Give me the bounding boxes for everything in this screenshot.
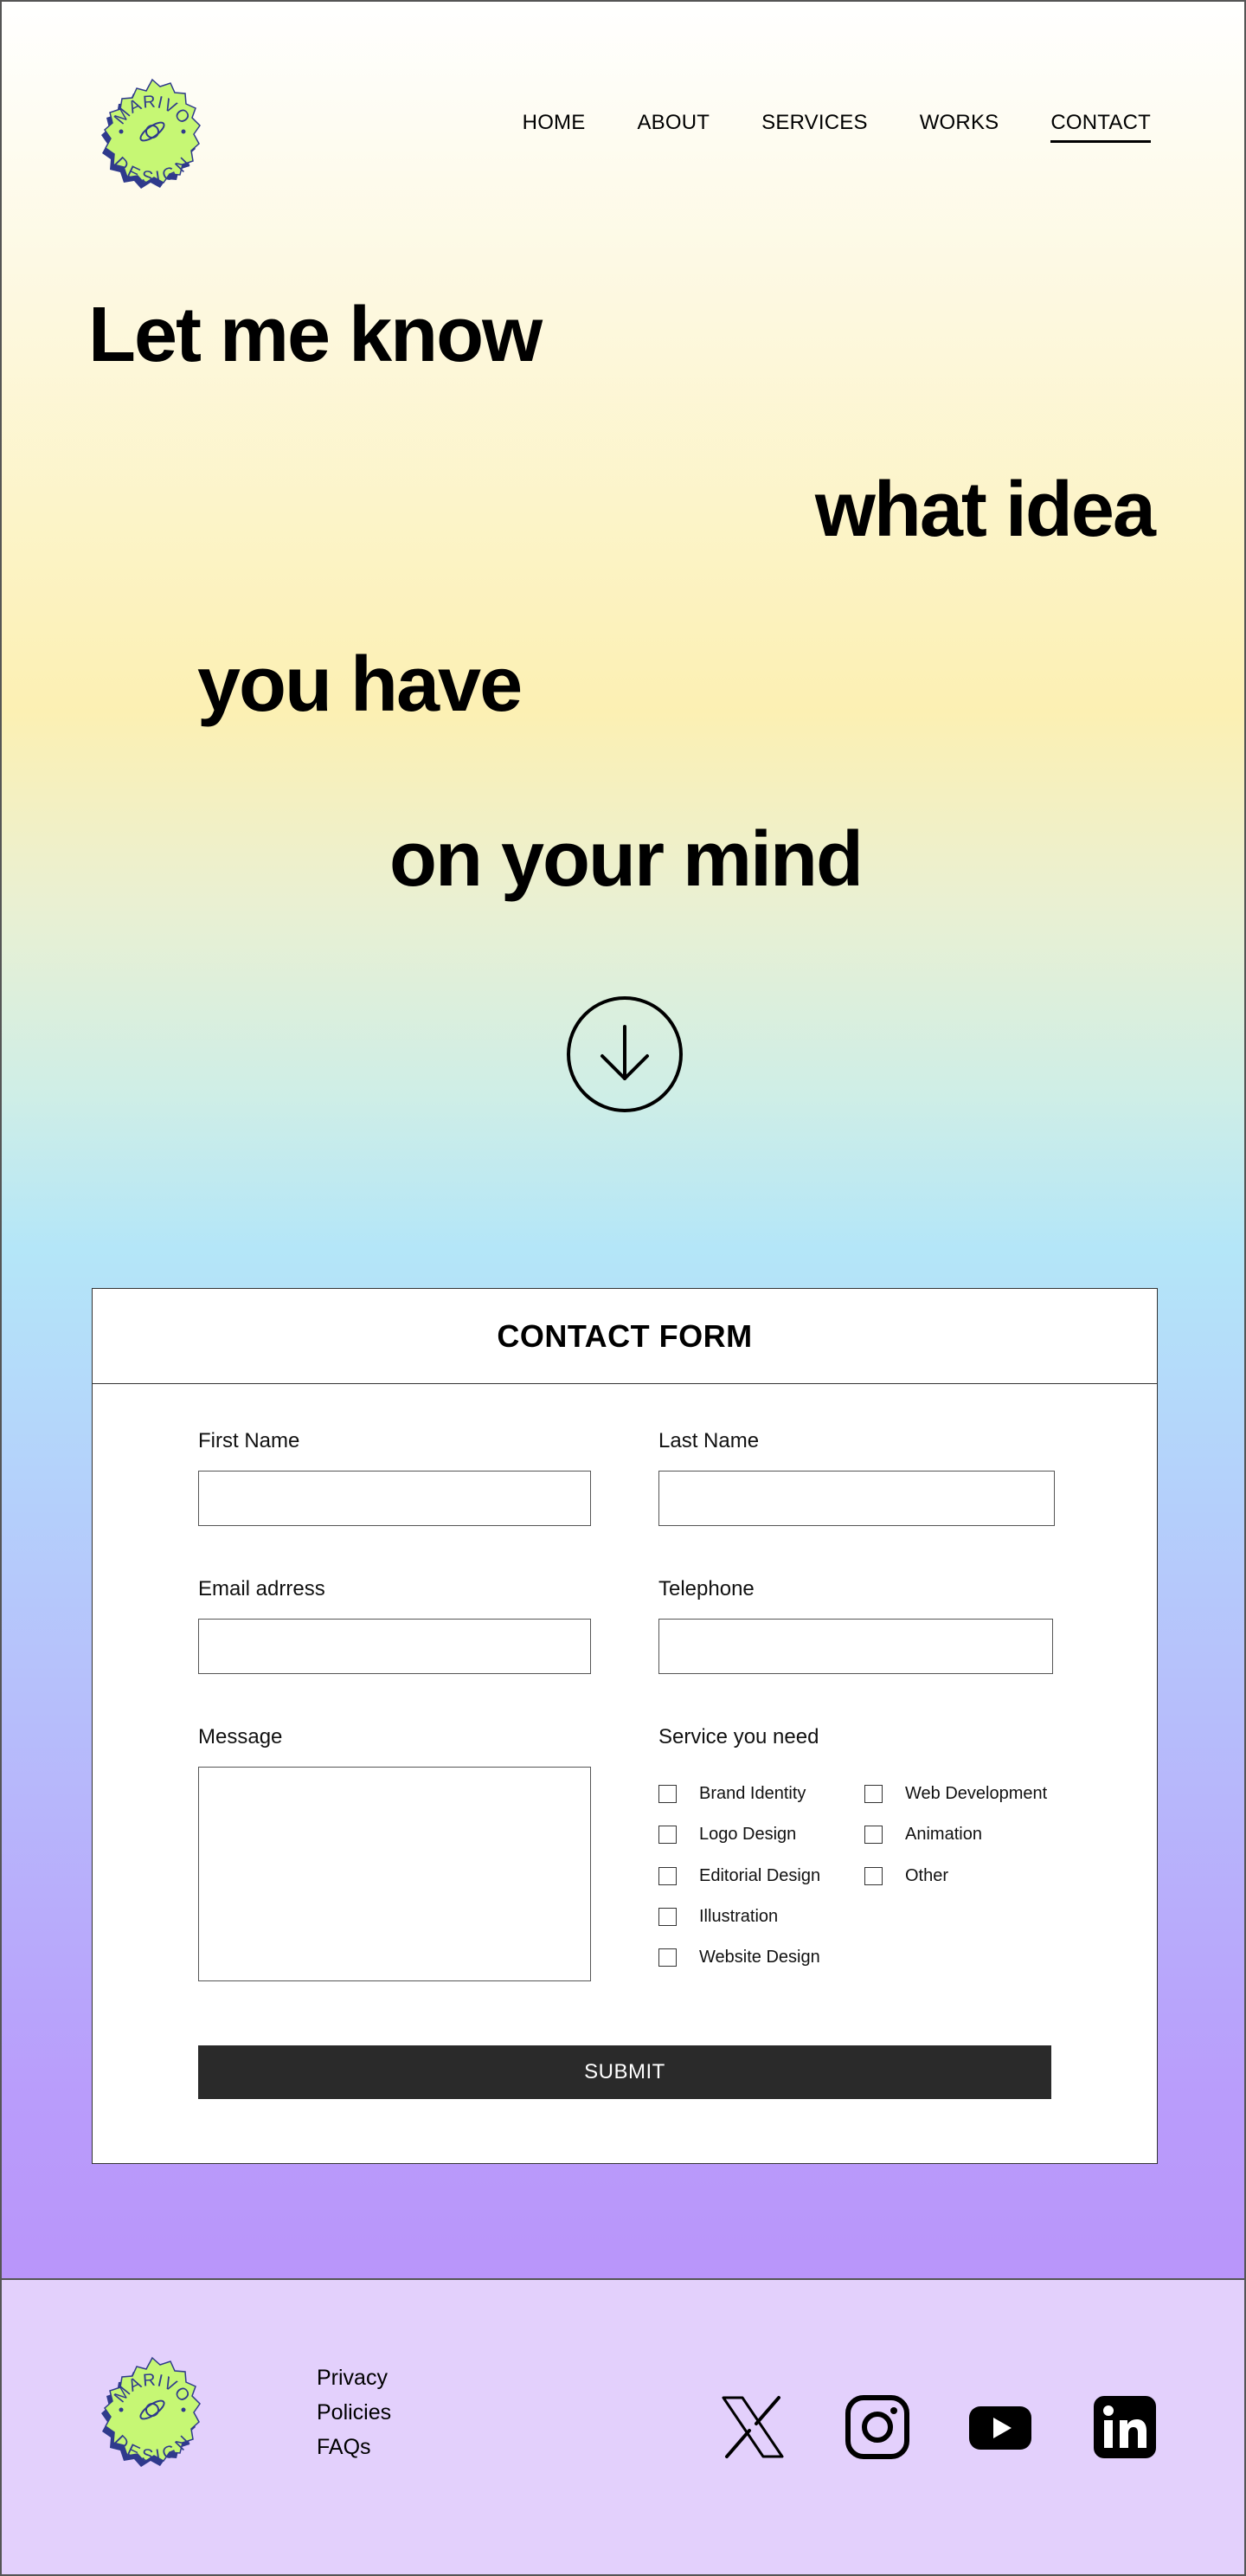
nav-contact[interactable]: CONTACT <box>1050 111 1151 143</box>
checkbox[interactable] <box>864 1867 883 1885</box>
checkbox[interactable] <box>658 1867 677 1885</box>
hero-line-2: what idea <box>814 467 1156 553</box>
contact-form: CONTACT FORM First Name Last Name Email … <box>92 1288 1158 2164</box>
last-name-label: Last Name <box>658 1429 760 1452</box>
service-label: Web Development <box>905 1784 1048 1803</box>
page: MARIVO DESIGN HOME ABOUT SERVICES WORKS … <box>0 0 1246 2576</box>
footer-logo[interactable]: MARIVO DESIGN <box>92 2356 213 2477</box>
service-logo-design[interactable]: Logo Design <box>658 1825 796 1845</box>
nav-works[interactable]: WORKS <box>920 111 999 143</box>
service-label: Website Design <box>699 1948 820 1967</box>
nav-home[interactable]: HOME <box>523 111 586 143</box>
services-label: Service you need <box>658 1725 819 1748</box>
service-animation[interactable]: Animation <box>864 1825 982 1845</box>
instagram-icon <box>845 2395 909 2459</box>
service-web-development[interactable]: Web Development <box>864 1784 1047 1804</box>
hero-line-1: Let me know <box>88 292 543 378</box>
badge-logo-icon: MARIVO DESIGN <box>101 78 201 189</box>
main-nav: HOME ABOUT SERVICES WORKS CONTACT <box>523 111 1151 143</box>
footer-link-privacy[interactable]: Privacy <box>317 2365 391 2391</box>
checkbox[interactable] <box>864 1785 883 1803</box>
email-label: Email adrress <box>198 1577 325 1600</box>
checkbox[interactable] <box>658 1826 677 1844</box>
linkedin-link[interactable] <box>1092 2394 1158 2460</box>
footer-link-faqs[interactable]: FAQs <box>317 2434 391 2460</box>
checkbox[interactable] <box>658 1908 677 1926</box>
first-name-label: First Name <box>198 1429 300 1452</box>
checkbox[interactable] <box>658 1948 677 1967</box>
scroll-down-button[interactable] <box>566 995 684 1113</box>
submit-button[interactable]: SUBMIT <box>198 2045 1051 2099</box>
youtube-icon <box>969 2406 1031 2450</box>
last-name-input[interactable] <box>658 1471 1055 1526</box>
linkedin-icon <box>1094 2396 1156 2458</box>
header-logo[interactable]: MARIVO DESIGN <box>92 78 213 199</box>
service-label: Editorial Design <box>699 1866 821 1885</box>
footer-links: Privacy Policies FAQs <box>317 2365 391 2460</box>
service-other[interactable]: Other <box>864 1866 948 1886</box>
hero-line-4: on your mind <box>389 816 864 903</box>
youtube-link[interactable] <box>967 2394 1033 2460</box>
hero-line-3: you have <box>197 641 523 728</box>
x-link[interactable] <box>720 2394 786 2460</box>
footer-link-policies[interactable]: Policies <box>317 2399 391 2425</box>
email-input[interactable] <box>198 1619 591 1674</box>
telephone-input[interactable] <box>658 1619 1053 1674</box>
nav-services[interactable]: SERVICES <box>761 111 868 143</box>
telephone-label: Telephone <box>658 1577 755 1600</box>
x-icon <box>722 2396 784 2458</box>
service-label: Other <box>905 1866 949 1885</box>
arrow-down-circle-icon <box>567 996 683 1112</box>
service-label: Illustration <box>699 1907 779 1926</box>
service-website-design[interactable]: Website Design <box>658 1948 820 1967</box>
badge-logo-icon: MARIVO DESIGN <box>101 2356 201 2467</box>
contact-form-header: CONTACT FORM <box>93 1289 1157 1384</box>
checkbox[interactable] <box>658 1785 677 1803</box>
service-label: Logo Design <box>699 1825 797 1844</box>
service-label: Animation <box>905 1825 982 1844</box>
service-illustration[interactable]: Illustration <box>658 1907 778 1927</box>
nav-about[interactable]: ABOUT <box>637 111 710 143</box>
service-editorial-design[interactable]: Editorial Design <box>658 1866 820 1886</box>
message-textarea[interactable] <box>198 1767 591 1981</box>
service-brand-identity[interactable]: Brand Identity <box>658 1784 806 1804</box>
message-label: Message <box>198 1725 283 1748</box>
service-label: Brand Identity <box>699 1784 806 1803</box>
instagram-link[interactable] <box>845 2394 910 2460</box>
checkbox[interactable] <box>864 1826 883 1844</box>
first-name-input[interactable] <box>198 1471 591 1526</box>
contact-form-title: CONTACT FORM <box>497 1317 753 1354</box>
